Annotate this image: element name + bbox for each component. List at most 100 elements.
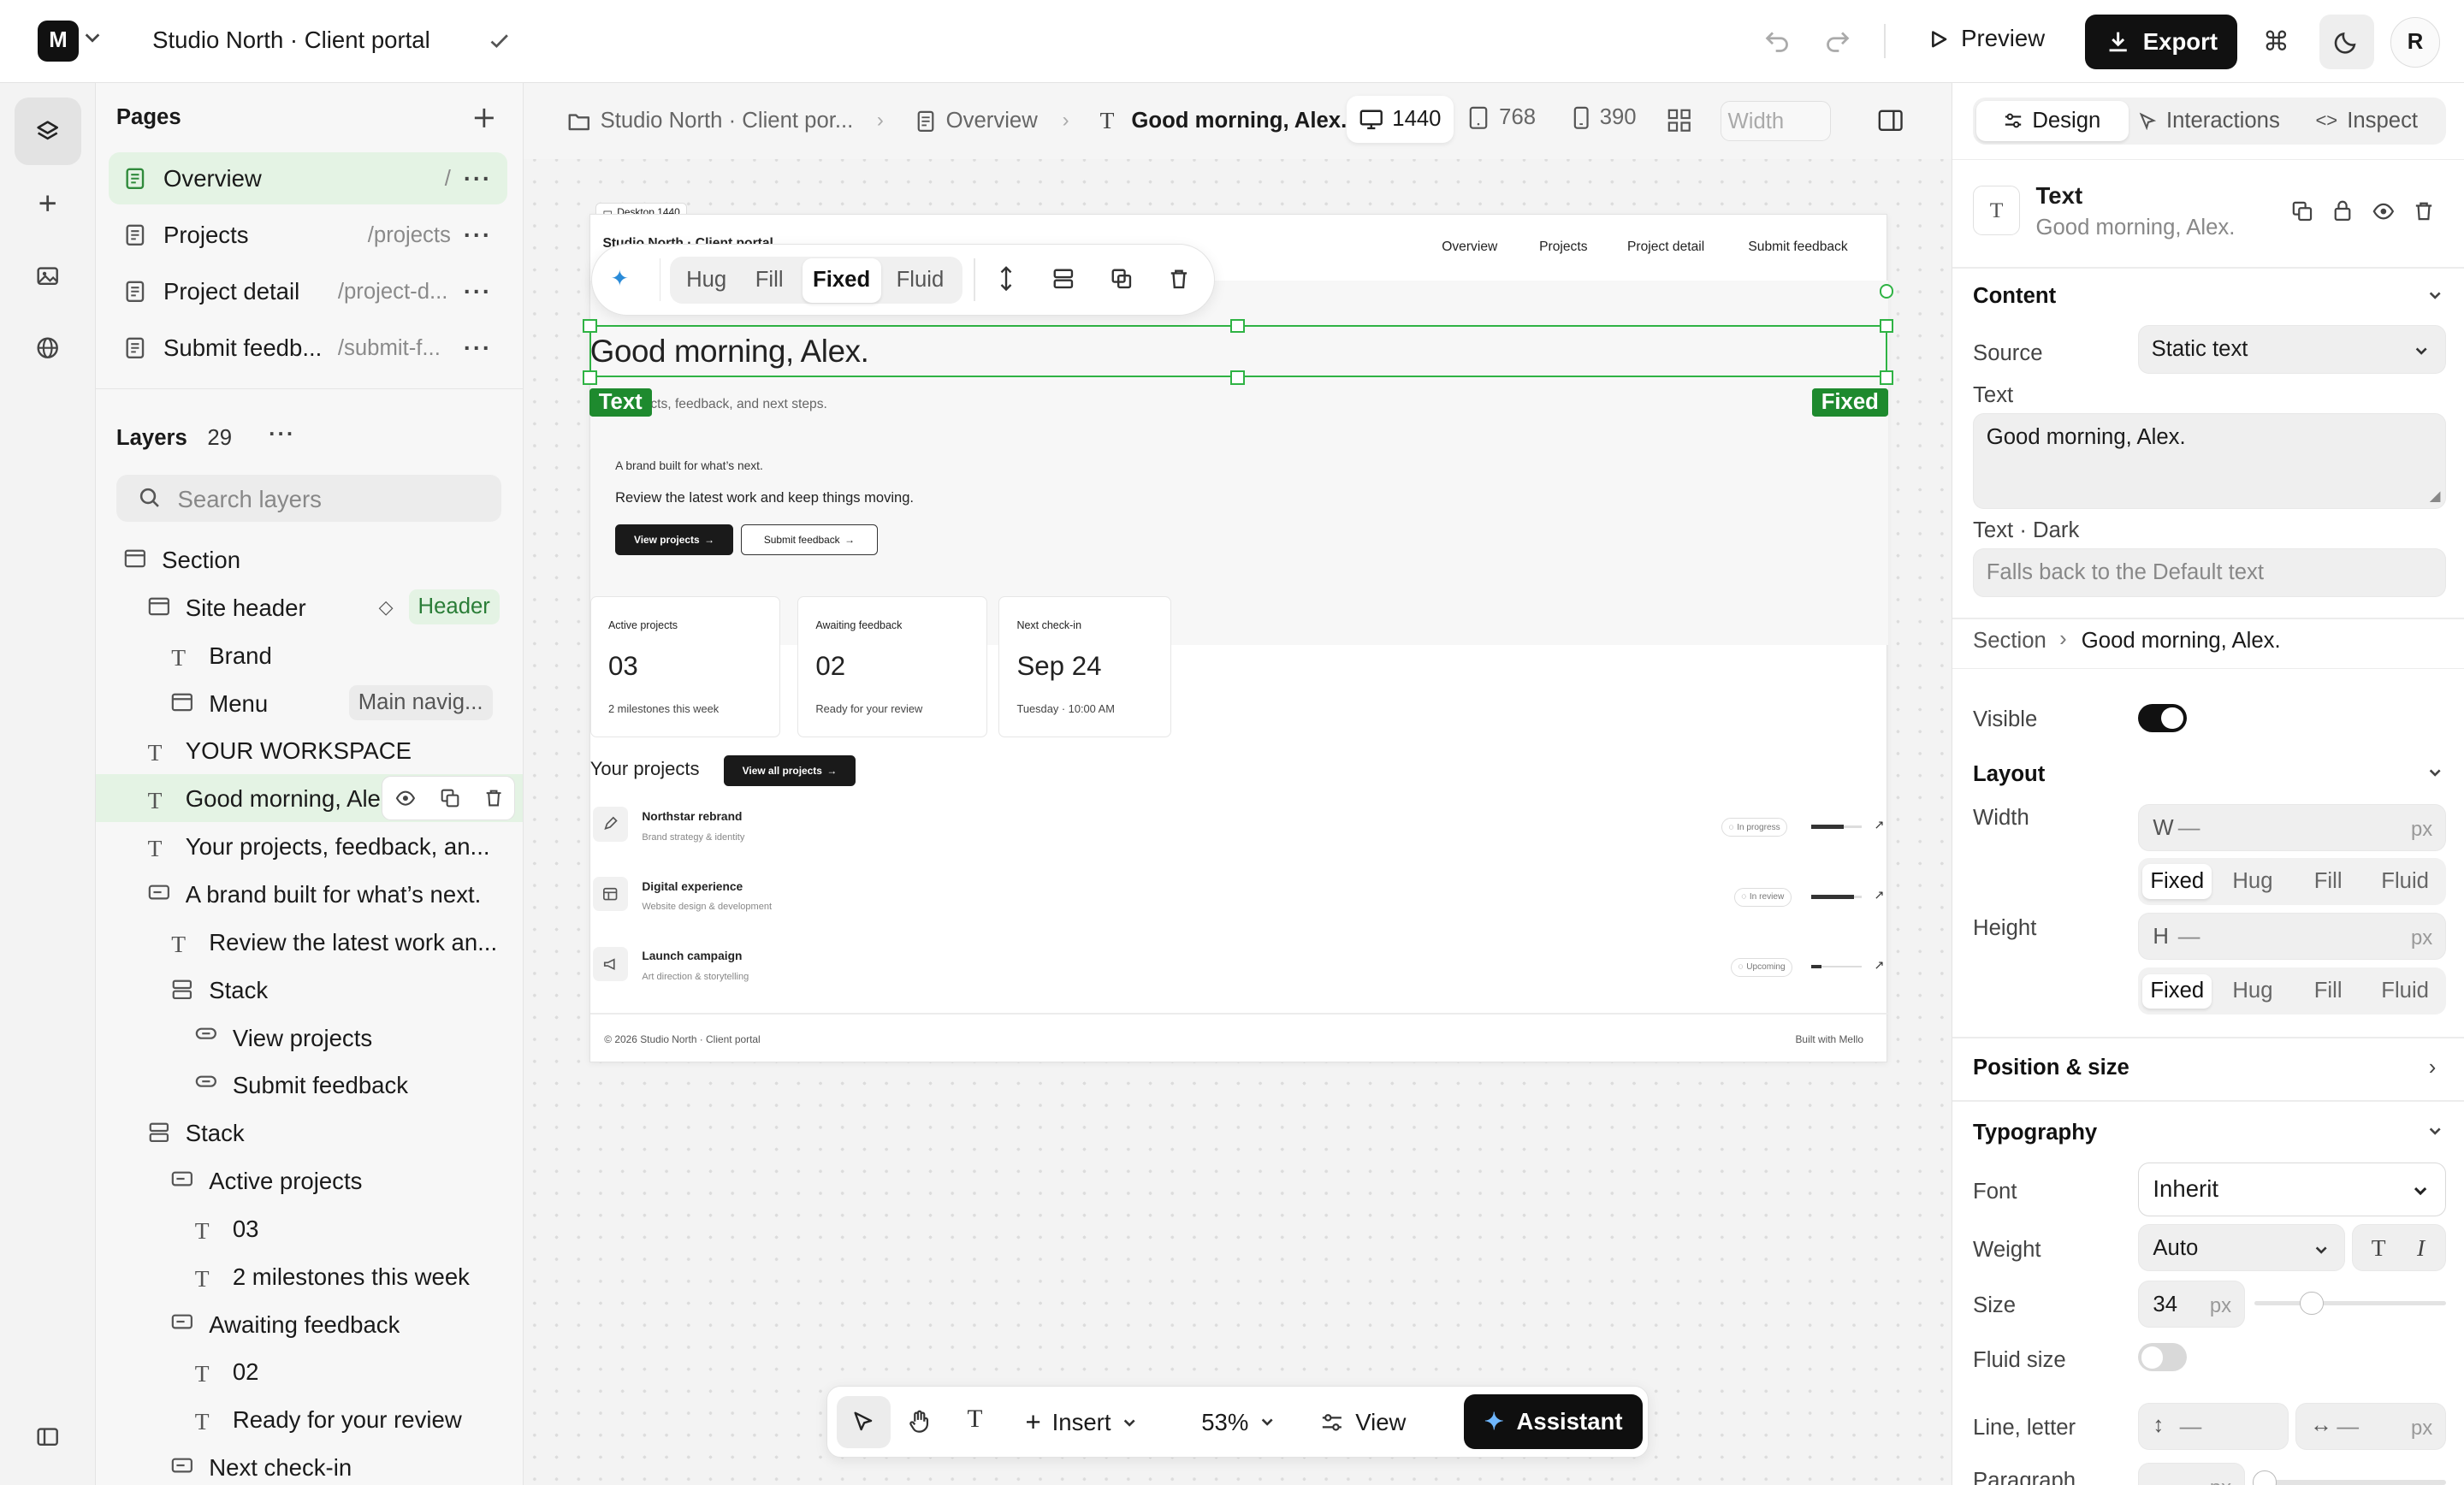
rotate-handle[interactable]	[1879, 284, 1894, 299]
arrow-up-right-icon[interactable]: ↗	[1874, 888, 1884, 902]
copy-icon[interactable]	[2292, 201, 2313, 222]
stack-icon[interactable]	[1052, 268, 1075, 290]
typography-section-title[interactable]: Typography	[1973, 1121, 2097, 1145]
app-logo[interactable]: M	[38, 20, 79, 62]
page-item-projects[interactable]: Projects /projects ···	[109, 209, 508, 261]
projects-title[interactable]: Your projects	[590, 758, 700, 780]
content-section-title[interactable]: Content	[1973, 284, 2056, 309]
font-select[interactable]: Inherit	[2137, 1163, 2446, 1216]
layer-row[interactable]: Menu Main navig...	[96, 679, 523, 726]
layers-rail-button[interactable]	[14, 97, 82, 165]
layer-row[interactable]: T 2 milestones this week	[96, 1252, 523, 1299]
position-section-title[interactable]: Position & size	[1973, 1056, 2129, 1080]
duplicate-icon[interactable]	[1111, 268, 1133, 290]
line-height-field[interactable]: ↕ —	[2137, 1403, 2289, 1451]
globe-rail-button[interactable]	[15, 314, 82, 382]
paragraph-slider-thumb[interactable]	[2252, 1470, 2277, 1485]
width-sizing-hug[interactable]: Hug	[2218, 864, 2288, 898]
assistant-button[interactable]: ✦ Assistant	[1463, 1394, 1644, 1450]
visible-toggle[interactable]	[2137, 703, 2187, 732]
undo-icon[interactable]	[1763, 27, 1792, 55]
stat-card-active[interactable]: Active projects 03 2 milestones this wee…	[589, 596, 780, 738]
site-nav-projects[interactable]: Projects	[1539, 240, 1587, 255]
redo-icon[interactable]	[1823, 27, 1851, 55]
source-select[interactable]: Static text	[2137, 325, 2446, 375]
width-sizing-fill[interactable]: Fill	[2294, 864, 2363, 898]
height-sizing-hug[interactable]: Hug	[2218, 974, 2288, 1009]
paragraph-field[interactable]: — px	[2137, 1462, 2245, 1485]
layer-row[interactable]: T Your projects, feedback, an...	[96, 822, 523, 869]
more-icon[interactable]: ···	[464, 334, 492, 362]
layer-row[interactable]: T YOUR WORKSPACE	[96, 727, 523, 774]
project-row[interactable]: Launch campaign Art direction & storytell…	[590, 940, 1888, 1009]
letter-spacing-field[interactable]: ↔ — px	[2295, 1403, 2446, 1451]
layer-row[interactable]: Submit feedback	[96, 1062, 523, 1109]
tab-interactions[interactable]: Interactions	[2138, 109, 2280, 133]
ai-sparkle-icon[interactable]: ✦	[611, 266, 630, 292]
layer-row[interactable]: T Review the latest work an...	[96, 918, 523, 965]
more-icon[interactable]: ···	[464, 278, 492, 305]
trash-icon[interactable]	[485, 789, 502, 808]
layer-row[interactable]: Section	[96, 535, 523, 583]
height-sizing-fixed[interactable]: Fixed	[2142, 973, 2212, 1009]
tab-design[interactable]: Design	[1975, 100, 2129, 142]
paragraph-slider[interactable]	[2254, 1480, 2446, 1485]
breadcrumb-project[interactable]: Studio North · Client por...	[601, 109, 854, 133]
text-tool-icon[interactable]: T	[968, 1405, 983, 1434]
select-tool[interactable]	[837, 1395, 891, 1448]
view-projects-button[interactable]: View projects →	[615, 524, 733, 556]
preview-button[interactable]: Preview	[1927, 25, 2045, 52]
tab-inspect[interactable]: <> Inspect	[2315, 109, 2418, 133]
project-row[interactable]: Digital experience Website design & devel…	[590, 871, 1888, 940]
layer-row[interactable]: Awaiting feedback	[96, 1300, 523, 1347]
hero-body[interactable]: Review the latest work and keep things m…	[615, 489, 914, 506]
trash-icon[interactable]	[1169, 268, 1189, 290]
page-item-overview[interactable]: Overview / ···	[108, 152, 508, 204]
layer-row[interactable]: Stack	[96, 966, 523, 1013]
site-nav-overview[interactable]: Overview	[1442, 240, 1497, 255]
arrow-up-right-icon[interactable]: ↗	[1874, 818, 1884, 832]
resize-handle[interactable]	[1230, 318, 1245, 334]
layer-row[interactable]: T Ready for your review	[96, 1395, 523, 1442]
chevron-down-icon[interactable]	[2427, 1123, 2443, 1139]
width-field[interactable]: W — px	[2137, 804, 2446, 852]
sizing-fluid[interactable]: Fluid	[884, 258, 956, 302]
project-title[interactable]: Studio North · Client portal	[152, 27, 430, 54]
layers-more-icon[interactable]: ···	[269, 423, 295, 447]
page-item-project-detail[interactable]: Project detail /project-d... ···	[109, 265, 508, 317]
avatar[interactable]: R	[2390, 17, 2441, 68]
view-menu[interactable]: View	[1321, 1409, 1406, 1436]
weight-select[interactable]: Auto	[2137, 1223, 2346, 1271]
italic-icon[interactable]: I	[2417, 1234, 2425, 1262]
resize-handle[interactable]	[583, 370, 597, 385]
lock-icon[interactable]	[2333, 199, 2352, 222]
layer-row[interactable]: View projects	[96, 1014, 523, 1061]
add-page-button[interactable]	[473, 107, 495, 129]
sizing-fixed[interactable]: Fixed	[802, 258, 881, 303]
chevron-down-icon[interactable]	[2427, 287, 2443, 303]
layer-row[interactable]: T Brand	[96, 631, 523, 678]
path-parent[interactable]: Section	[1973, 629, 2046, 654]
layer-row[interactable]: T 02	[96, 1348, 523, 1395]
breakpoint-mobile[interactable]: 390	[1573, 105, 1637, 130]
text-case-icon[interactable]: T	[2372, 1234, 2386, 1262]
command-icon[interactable]: ⌘	[2263, 27, 2289, 57]
grid-icon[interactable]	[1667, 109, 1691, 133]
breadcrumb-page[interactable]: Overview	[946, 109, 1038, 133]
width-sizing-fluid[interactable]: Fluid	[2369, 864, 2441, 898]
view-all-projects-button[interactable]: View all projects →	[723, 754, 856, 787]
text-dark-input[interactable]: Falls back to the Default text	[1973, 548, 2446, 597]
trash-icon[interactable]	[2414, 201, 2433, 222]
split-view-icon[interactable]	[1878, 109, 1903, 133]
sizing-fill[interactable]: Fill	[739, 258, 799, 302]
stat-card-checkin[interactable]: Next check-in Sep 24 Tuesday · 10:00 AM	[998, 596, 1172, 738]
hero-kicker[interactable]: A brand built for what’s next.	[615, 459, 763, 472]
zoom-menu[interactable]: 53%	[1201, 1409, 1275, 1436]
dark-mode-toggle[interactable]	[2319, 14, 2375, 69]
layer-row[interactable]: Stack	[96, 1109, 523, 1156]
search-layers-input[interactable]: Search layers	[116, 474, 501, 522]
duplicate-icon[interactable]	[441, 789, 459, 808]
add-rail-button[interactable]	[15, 169, 82, 237]
submit-feedback-button[interactable]: Submit feedback →	[741, 524, 878, 556]
chevron-right-icon[interactable]: ›	[2429, 1056, 2437, 1080]
